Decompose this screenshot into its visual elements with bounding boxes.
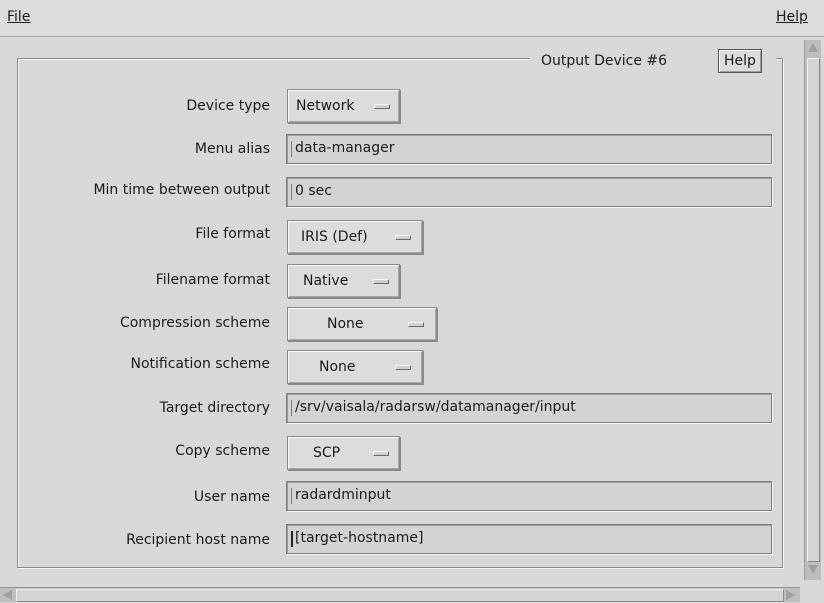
menu-alias-value: data-manager: [295, 140, 395, 156]
device-type-value: Network: [296, 98, 355, 114]
option-menu-indicator-icon: [373, 279, 389, 284]
target-directory-label: Target directory: [159, 400, 270, 416]
file-menu[interactable]: File: [7, 9, 30, 25]
copy-scheme-select[interactable]: SCP: [287, 436, 400, 470]
file-format-value: IRIS (Def): [301, 229, 368, 245]
scroll-left-arrow-icon[interactable]: [3, 590, 12, 600]
min-time-label: Min time between output: [93, 182, 270, 198]
file-format-label: File format: [195, 226, 270, 242]
recipient-host-field[interactable]: [target-hostname]: [286, 524, 772, 554]
text-cursor-icon: [291, 400, 292, 416]
notification-scheme-label: Notification scheme: [130, 356, 270, 372]
help-button[interactable]: Help: [718, 49, 762, 73]
text-cursor-icon: [291, 531, 293, 547]
menu-bar: File Help: [0, 0, 824, 37]
min-time-value: 0 sec: [295, 183, 332, 199]
vertical-scrollbar[interactable]: [804, 40, 821, 580]
scroll-up-arrow-icon[interactable]: [808, 43, 818, 52]
option-menu-indicator-icon: [408, 322, 424, 327]
filename-format-select[interactable]: Native: [287, 264, 400, 298]
compression-scheme-value: None: [327, 316, 364, 332]
text-cursor-icon: [291, 141, 292, 157]
copy-scheme-label: Copy scheme: [175, 443, 270, 459]
menu-alias-label: Menu alias: [194, 141, 270, 157]
target-directory-field[interactable]: /srv/vaisala/radarsw/datamanager/input: [286, 393, 772, 423]
option-menu-indicator-icon: [374, 104, 390, 109]
horizontal-scroll-thumb[interactable]: [16, 589, 784, 602]
user-name-field[interactable]: radardminput: [286, 481, 772, 511]
help-menu[interactable]: Help: [776, 9, 808, 25]
scroll-down-arrow-icon[interactable]: [808, 565, 818, 574]
notification-scheme-select[interactable]: None: [287, 350, 423, 384]
option-menu-indicator-icon: [395, 235, 411, 240]
device-type-select[interactable]: Network: [287, 89, 400, 123]
text-cursor-icon: [291, 488, 292, 504]
scroll-right-arrow-icon[interactable]: [786, 590, 795, 600]
filename-format-label: Filename format: [155, 272, 270, 288]
filename-format-value: Native: [303, 273, 349, 289]
option-menu-indicator-icon: [373, 451, 389, 456]
min-time-field[interactable]: 0 sec: [286, 177, 772, 207]
compression-scheme-select[interactable]: None: [287, 307, 437, 341]
recipient-host-label: Recipient host name: [126, 532, 270, 548]
menu-alias-field[interactable]: data-manager: [286, 134, 772, 164]
vertical-scroll-thumb[interactable]: [807, 58, 820, 562]
copy-scheme-value: SCP: [313, 445, 341, 461]
horizontal-scrollbar[interactable]: [0, 587, 800, 602]
compression-scheme-label: Compression scheme: [119, 315, 270, 331]
notification-scheme-value: None: [319, 359, 356, 375]
device-type-label: Device type: [186, 98, 270, 114]
user-name-value: radardminput: [295, 487, 391, 503]
user-name-label: User name: [193, 489, 270, 505]
file-format-select[interactable]: IRIS (Def): [287, 220, 423, 254]
target-directory-value: /srv/vaisala/radarsw/datamanager/input: [295, 399, 576, 415]
text-cursor-icon: [291, 184, 292, 200]
group-title: Output Device #6: [541, 53, 668, 69]
recipient-host-value: [target-hostname]: [295, 530, 424, 546]
option-menu-indicator-icon: [395, 365, 411, 370]
